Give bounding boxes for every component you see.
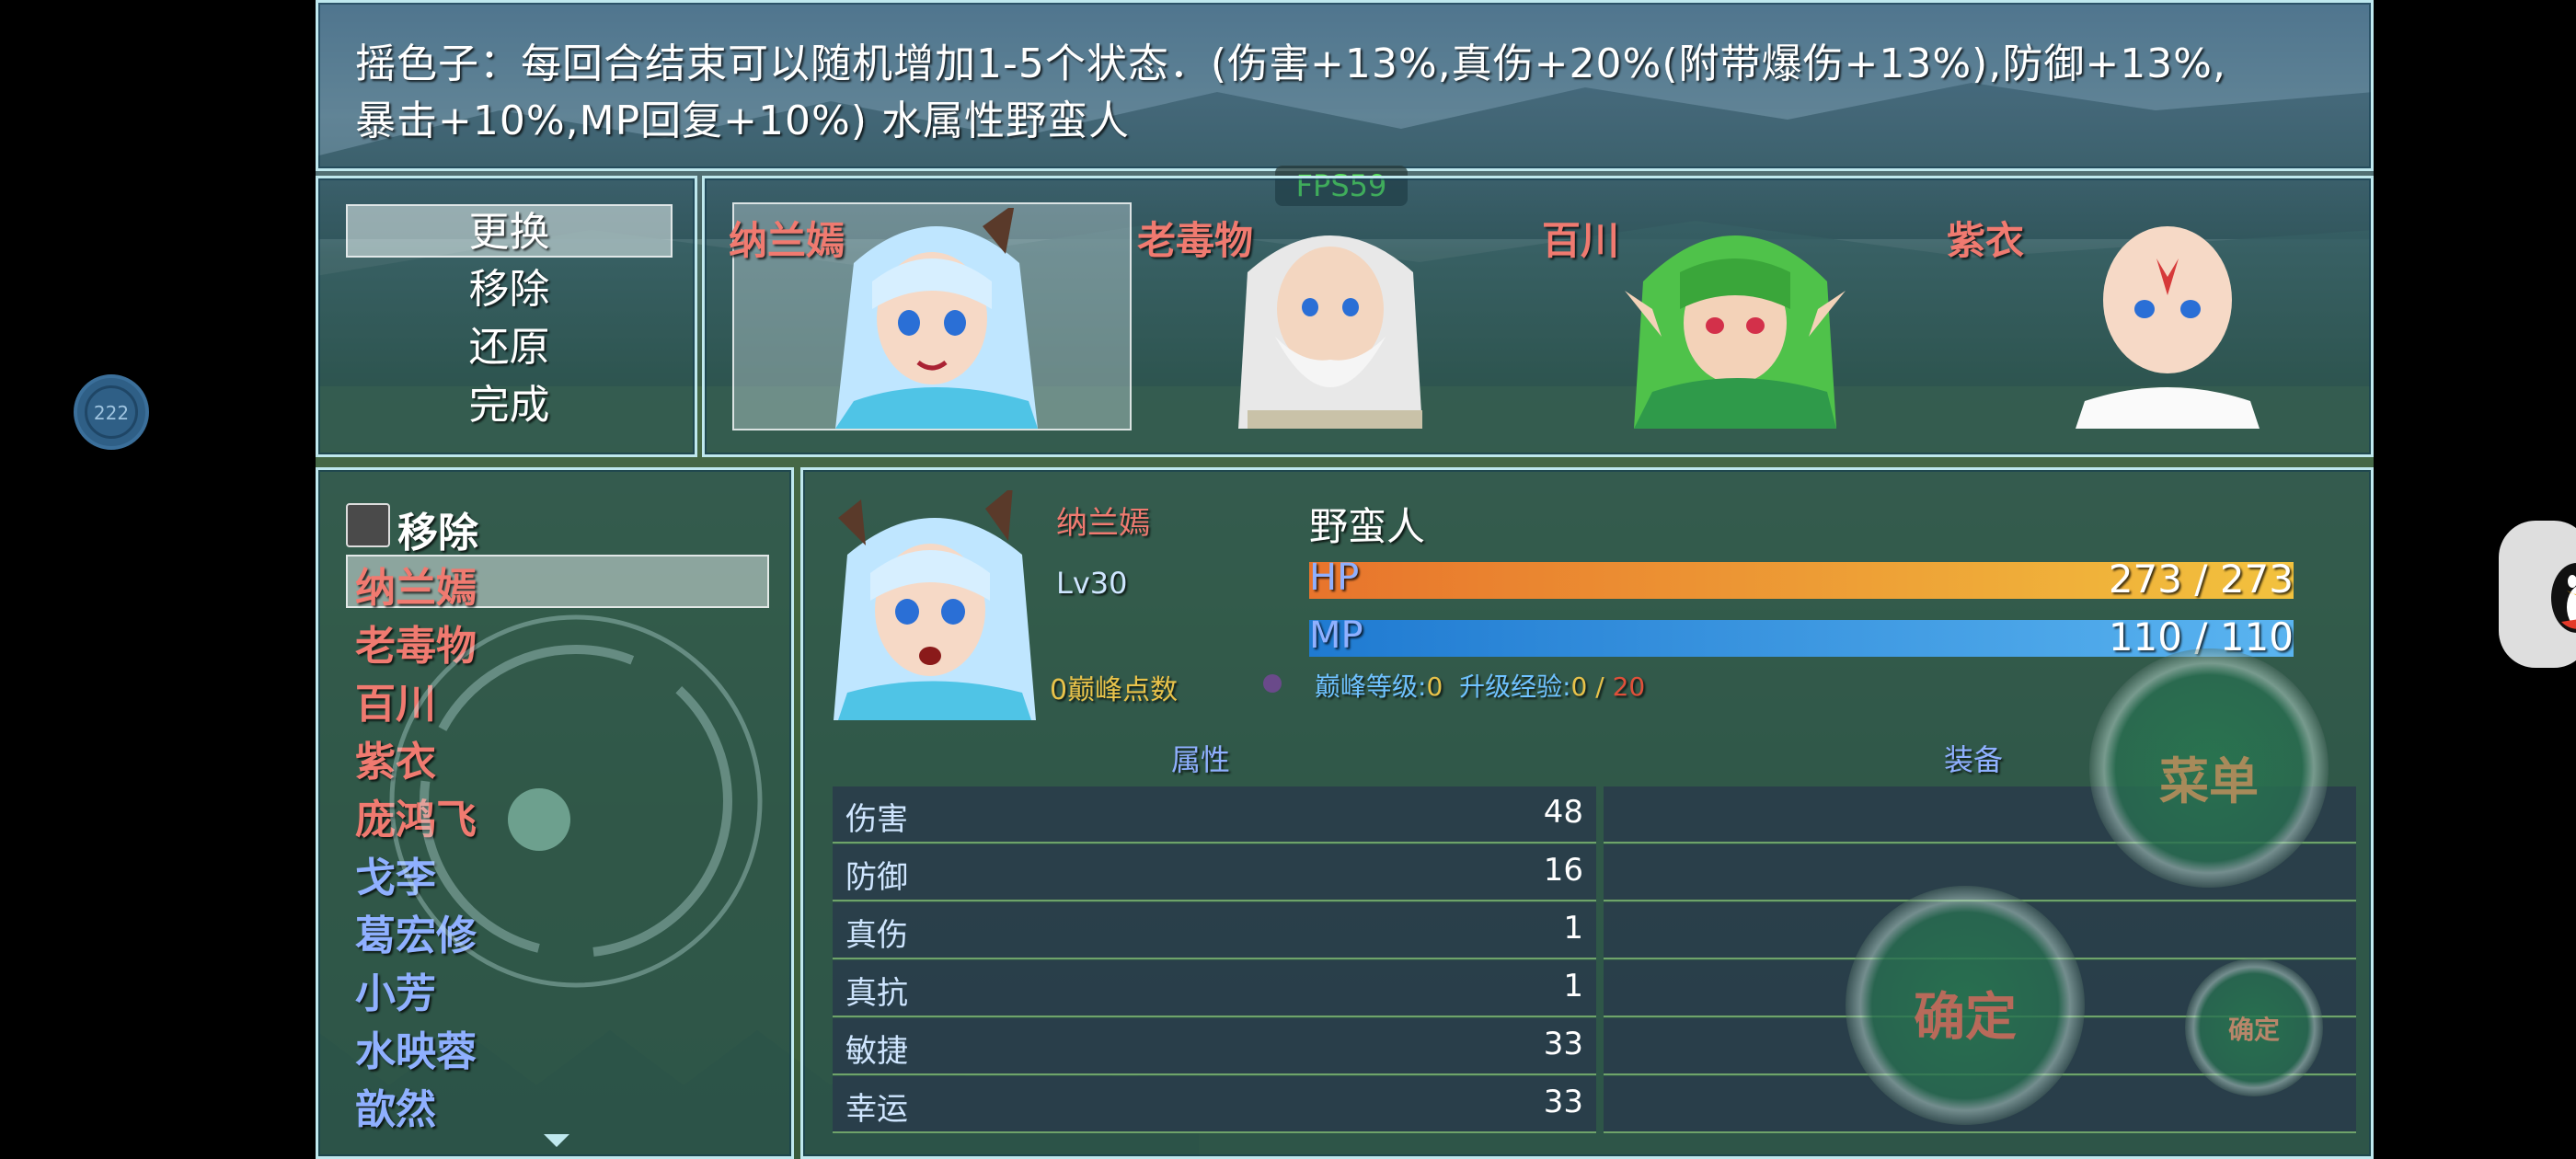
attribute-value: 33 [1543, 1026, 1583, 1062]
attribute-label: 真伤 [845, 917, 908, 954]
confirm-button[interactable]: 确定 [1846, 886, 2085, 1125]
peak-points: 0巅峰点数 [1050, 674, 1179, 706]
attribute-label: 防御 [845, 859, 908, 896]
party-member-2[interactable]: 老毒物 [1137, 202, 1533, 430]
attribute-label: 伤害 [845, 801, 908, 838]
menu-button-label: 菜单 [2159, 752, 2259, 810]
virtual-joystick[interactable] [383, 608, 769, 994]
party-portrait-4 [2076, 226, 2260, 429]
menu-button[interactable]: 菜单 [2089, 648, 2329, 888]
hp-label: HP [1309, 557, 1360, 599]
attribute-value: 33 [1543, 1084, 1583, 1120]
party-member-2-name: 老毒物 [1137, 218, 1254, 263]
penguin-icon [2545, 554, 2576, 637]
help-text-line-2: 暴击+10%,MP回复+10%) 水属性野蛮人 [355, 98, 1130, 144]
list-item[interactable]: 歆然 [355, 1076, 436, 1135]
attribute-value: 16 [1543, 852, 1583, 889]
party-portrait-3 [1625, 235, 1846, 429]
attribute-value: 48 [1543, 794, 1583, 831]
actor-list-window: 移除 纳兰嫣 老毒物 百川 紫衣 庞鸿飞 戈李 葛宏修 小芳 水映蓉 歆然 [316, 467, 794, 1159]
peak-level-line: 巅峰等级:0 升级经验:0 / 20 [1315, 667, 1645, 704]
party-portrait-1 [835, 208, 1038, 429]
confirm-small-button-label: 确定 [2227, 1015, 2280, 1045]
upgrade-exp-separator: / [1587, 671, 1613, 702]
status-class: 野蛮人 [1309, 504, 1426, 549]
hp-value: 273 / 273 [2108, 557, 2294, 602]
command-restore[interactable]: 还原 [346, 321, 673, 374]
command-change[interactable]: 更换 [346, 204, 673, 258]
peak-orb-icon [1263, 674, 1282, 693]
party-member-1-name: 纳兰嫣 [729, 218, 845, 263]
upgrade-exp-max: 20 [1612, 671, 1646, 702]
status-face-portrait [834, 490, 1036, 720]
party-member-3[interactable]: 百川 [1542, 202, 1938, 430]
party-member-4-name: 紫衣 [1947, 218, 2025, 263]
peak-level-label: 巅峰等级: [1315, 671, 1427, 702]
attribute-label: 敏捷 [845, 1033, 908, 1070]
attribute-value: 1 [1563, 910, 1583, 947]
confirm-button-label: 确定 [1914, 988, 2017, 1048]
status-actor-name: 纳兰嫣 [1056, 505, 1150, 542]
list-item[interactable]: 纳兰嫣 [355, 555, 477, 614]
upgrade-exp-value: 0 [1570, 671, 1588, 702]
attribute-row: 防御 16 [833, 844, 1596, 901]
attribute-label: 幸运 [845, 1091, 908, 1128]
attribute-label: 真抗 [845, 975, 908, 1012]
attribute-header: 属性 [1171, 742, 1231, 777]
party-window: 纳兰嫣 老毒物 百川 紫衣 [702, 176, 2374, 457]
attribute-row: 伤害 48 [833, 786, 1596, 843]
party-member-1[interactable]: 纳兰嫣 [729, 202, 1130, 430]
attribute-row: 真抗 1 [833, 960, 1596, 1017]
party-member-4[interactable]: 紫衣 [1947, 202, 2342, 430]
attribute-row: 幸运 33 [833, 1076, 1596, 1133]
list-item[interactable]: 水映蓉 [355, 1018, 477, 1077]
attribute-value: 1 [1563, 968, 1583, 1004]
game-screen: 摇色子：每回合结束可以随机增加1-5个状态．(伤害+13%,真伤+20%(附带爆… [316, 0, 2374, 1159]
equipment-header: 装备 [1944, 742, 2004, 777]
list-remove-label: 移除 [397, 510, 478, 557]
party-member-3-name: 百川 [1542, 218, 1620, 263]
help-text-line-1: 摇色子：每回合结束可以随机增加1-5个状态．(伤害+13%,真伤+20%(附带爆… [355, 40, 2226, 87]
confirm-small-button[interactable]: 确定 [2185, 958, 2323, 1096]
mp-label: MP [1309, 614, 1363, 657]
command-remove[interactable]: 移除 [346, 263, 673, 316]
upgrade-exp-label: 升级经验: [1459, 671, 1571, 702]
status-level: Lv30 [1056, 566, 1128, 601]
command-window: 更换 移除 还原 完成 [316, 176, 697, 457]
command-finish[interactable]: 完成 [346, 379, 673, 432]
attribute-row: 敏捷 33 [833, 1018, 1596, 1075]
floating-badge-label: 222 [93, 402, 130, 424]
remove-checkbox [346, 503, 390, 547]
qq-floating-button[interactable] [2499, 521, 2576, 668]
scroll-down-arrow-icon[interactable] [544, 1134, 569, 1147]
attribute-row: 真伤 1 [833, 902, 1596, 959]
list-remove-item[interactable]: 移除 [346, 498, 622, 557]
floating-assistant-badge[interactable]: 222 [74, 374, 149, 450]
help-window: 摇色子：每回合结束可以随机增加1-5个状态．(伤害+13%,真伤+20%(附带爆… [316, 0, 2374, 171]
peak-level-value: 0 [1426, 671, 1443, 702]
